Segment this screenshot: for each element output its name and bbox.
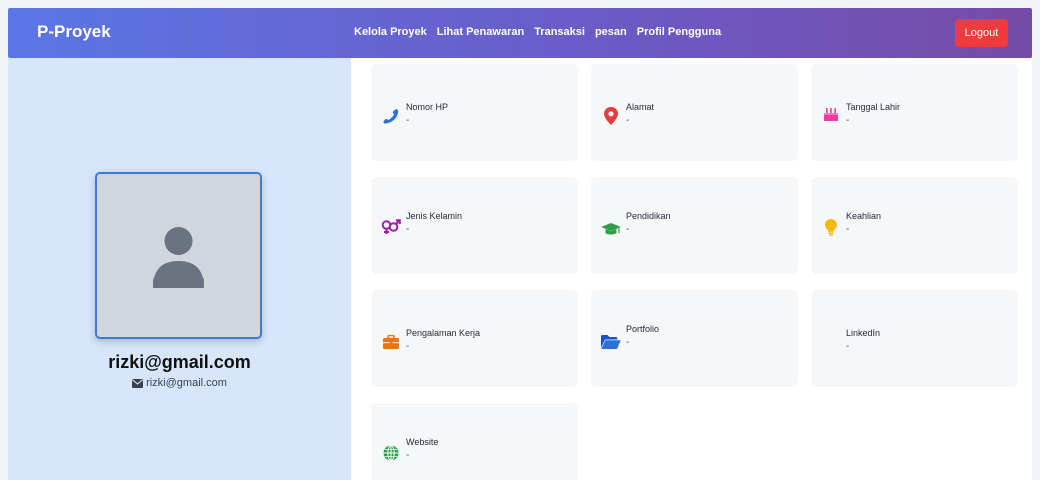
- user-placeholder-icon: [153, 227, 204, 288]
- avatar[interactable]: [95, 172, 262, 339]
- location-pin-icon: [601, 106, 621, 126]
- field-value: -: [406, 115, 410, 126]
- field-card-jenis-kelamin: Jenis Kelamin -: [371, 177, 578, 274]
- lightbulb-icon: [821, 217, 841, 237]
- field-card-pendidikan: Pendidikan -: [591, 177, 798, 274]
- field-card-pengalaman-kerja: Pengalaman Kerja -: [371, 290, 578, 387]
- field-label: Pendidikan: [626, 211, 671, 221]
- field-label: Jenis Kelamin: [406, 211, 463, 221]
- navbar: P-Proyek Kelola Proyek Lihat Penawaran T…: [8, 8, 1032, 58]
- nav-link-transaksi[interactable]: Transaksi: [534, 26, 585, 38]
- profile-name: rizki@gmail.com: [108, 352, 251, 372]
- field-value: -: [626, 224, 630, 235]
- field-value: -: [406, 341, 410, 352]
- field-card-alamat: Alamat -: [591, 64, 798, 161]
- profile-email: rizki@gmail.com: [8, 377, 351, 389]
- briefcase-icon: [381, 332, 401, 352]
- logout-button[interactable]: Logout: [955, 19, 1008, 47]
- envelope-icon: [132, 378, 144, 388]
- profile-details: Nomor HP - Alamat - Tanggal Lahir - Jeni…: [351, 58, 1032, 480]
- profile-email-text: rizki@gmail.com: [146, 377, 227, 389]
- nav-links: Kelola Proyek Lihat Penawaran Transaksi …: [354, 26, 731, 38]
- field-value: -: [626, 337, 630, 348]
- linkedin-icon: [821, 332, 841, 352]
- field-card-linkedin: LinkedIn -: [811, 290, 1018, 387]
- folder-open-icon: [601, 332, 621, 352]
- field-value: -: [846, 341, 850, 352]
- nav-link-pesan[interactable]: pesan: [595, 26, 627, 38]
- field-card-portfolio: Portfolio -: [591, 290, 798, 387]
- field-card-nomor-hp: Nomor HP -: [371, 64, 578, 161]
- field-value: -: [846, 224, 850, 235]
- field-value: -: [406, 224, 410, 235]
- field-card-website: Website -: [371, 403, 578, 480]
- field-label: LinkedIn: [846, 328, 881, 338]
- nav-link-kelola-proyek[interactable]: Kelola Proyek: [354, 26, 427, 38]
- brand-logo[interactable]: P-Proyek: [37, 22, 111, 42]
- phone-icon: [381, 106, 401, 126]
- field-card-tanggal-lahir: Tanggal Lahir -: [811, 64, 1018, 161]
- field-label: Pengalaman Kerja: [406, 328, 481, 338]
- field-value: -: [846, 115, 850, 126]
- profile-sidebar: rizki@gmail.com rizki@gmail.com: [8, 58, 351, 480]
- birthday-cake-icon: [821, 104, 841, 124]
- gender-icon: [381, 217, 401, 237]
- field-value: -: [626, 115, 630, 126]
- field-label: Portfolio: [626, 324, 660, 334]
- field-label: Website: [406, 437, 439, 447]
- field-label: Keahlian: [846, 211, 882, 221]
- field-card-keahlian: Keahlian -: [811, 177, 1018, 274]
- nav-link-lihat-penawaran[interactable]: Lihat Penawaran: [437, 26, 524, 38]
- field-label: Alamat: [626, 102, 655, 112]
- globe-icon: [381, 443, 401, 463]
- field-value: -: [406, 450, 410, 461]
- graduation-cap-icon: [601, 219, 621, 239]
- field-label: Nomor HP: [406, 102, 449, 112]
- nav-link-profil-pengguna[interactable]: Profil Pengguna: [637, 26, 721, 38]
- field-label: Tanggal Lahir: [846, 102, 901, 112]
